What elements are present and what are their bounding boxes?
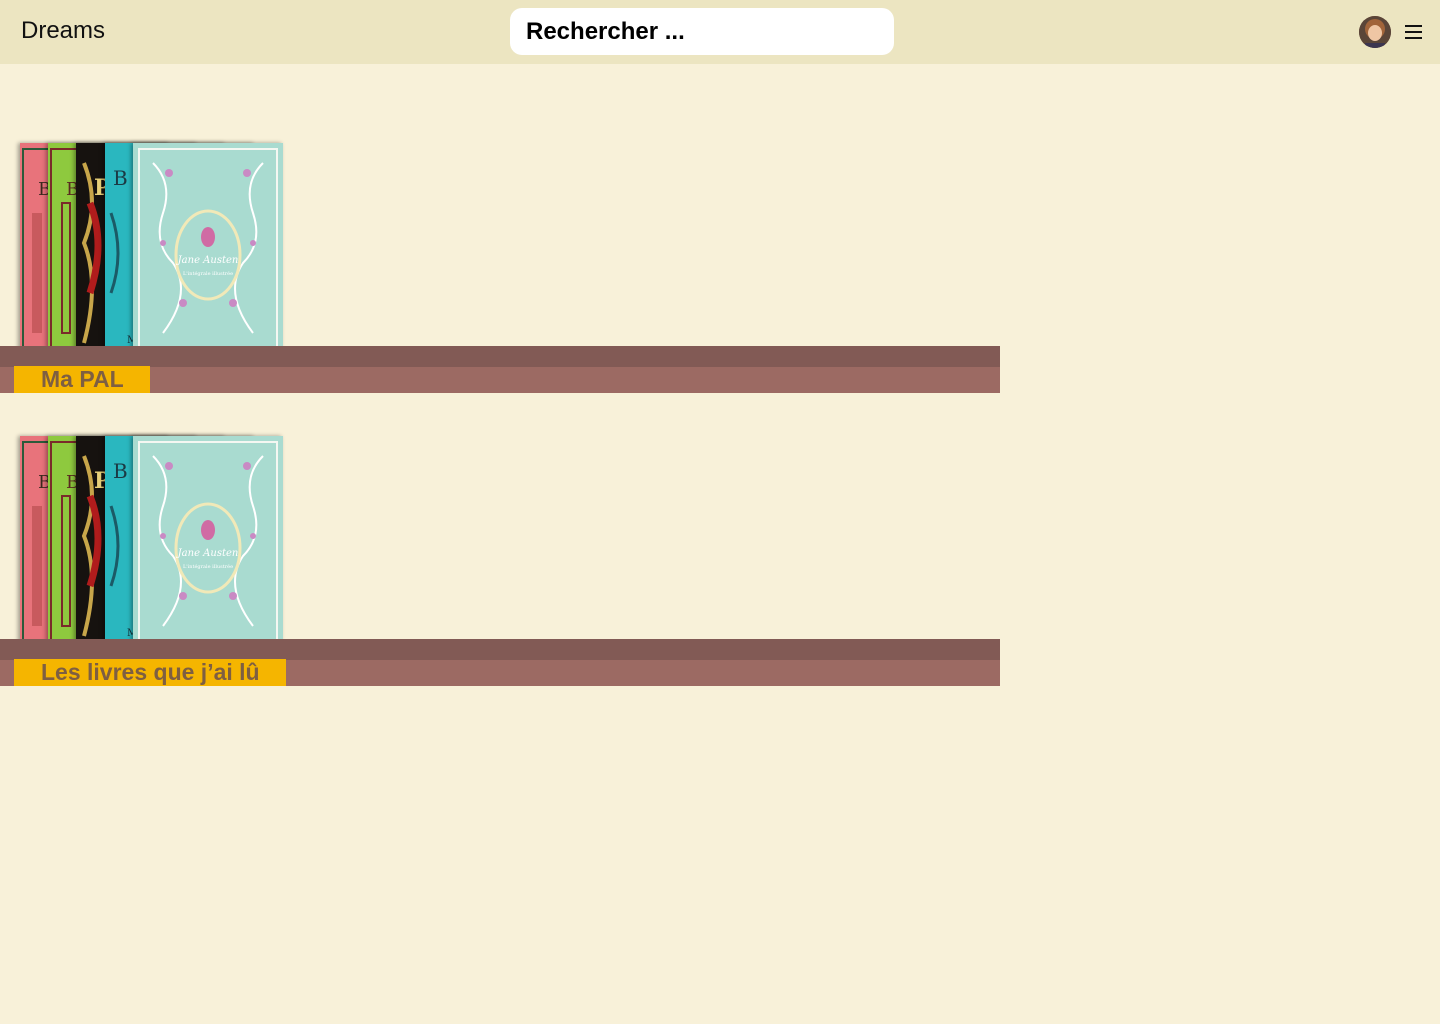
top-bar: Dreams xyxy=(0,0,1440,64)
shelf-label[interactable]: Les livres que j’ai lû xyxy=(14,659,286,686)
book-stack[interactable]: B B P BM Jane Austen L'intégrale illustr… xyxy=(20,140,283,358)
svg-text:B: B xyxy=(113,166,128,190)
shelf-label[interactable]: Ma PAL xyxy=(14,366,150,393)
shelf-plank xyxy=(0,639,1000,660)
cover-author: Jane Austen xyxy=(176,548,239,559)
shelf-plank-front xyxy=(0,367,1000,393)
cover-subtitle: L'intégrale illustrée xyxy=(183,563,233,570)
svg-text:B: B xyxy=(113,459,128,483)
book-cover-jane-austen[interactable]: Jane Austen L'intégrale illustrée xyxy=(133,143,283,357)
hamburger-menu-icon[interactable] xyxy=(1403,22,1425,42)
user-avatar[interactable] xyxy=(1359,16,1391,48)
book-stack[interactable]: B B P BM Jane Austen L'intégrale illustr… xyxy=(20,433,283,651)
book-cover-jane-austen[interactable]: Jane Austen L'intégrale illustrée xyxy=(133,436,283,650)
brand-logo[interactable]: Dreams xyxy=(21,17,105,45)
search-input[interactable] xyxy=(510,8,894,55)
shelf-plank xyxy=(0,346,1000,367)
cover-author: Jane Austen xyxy=(176,255,239,266)
cover-subtitle: L'intégrale illustrée xyxy=(183,270,233,277)
